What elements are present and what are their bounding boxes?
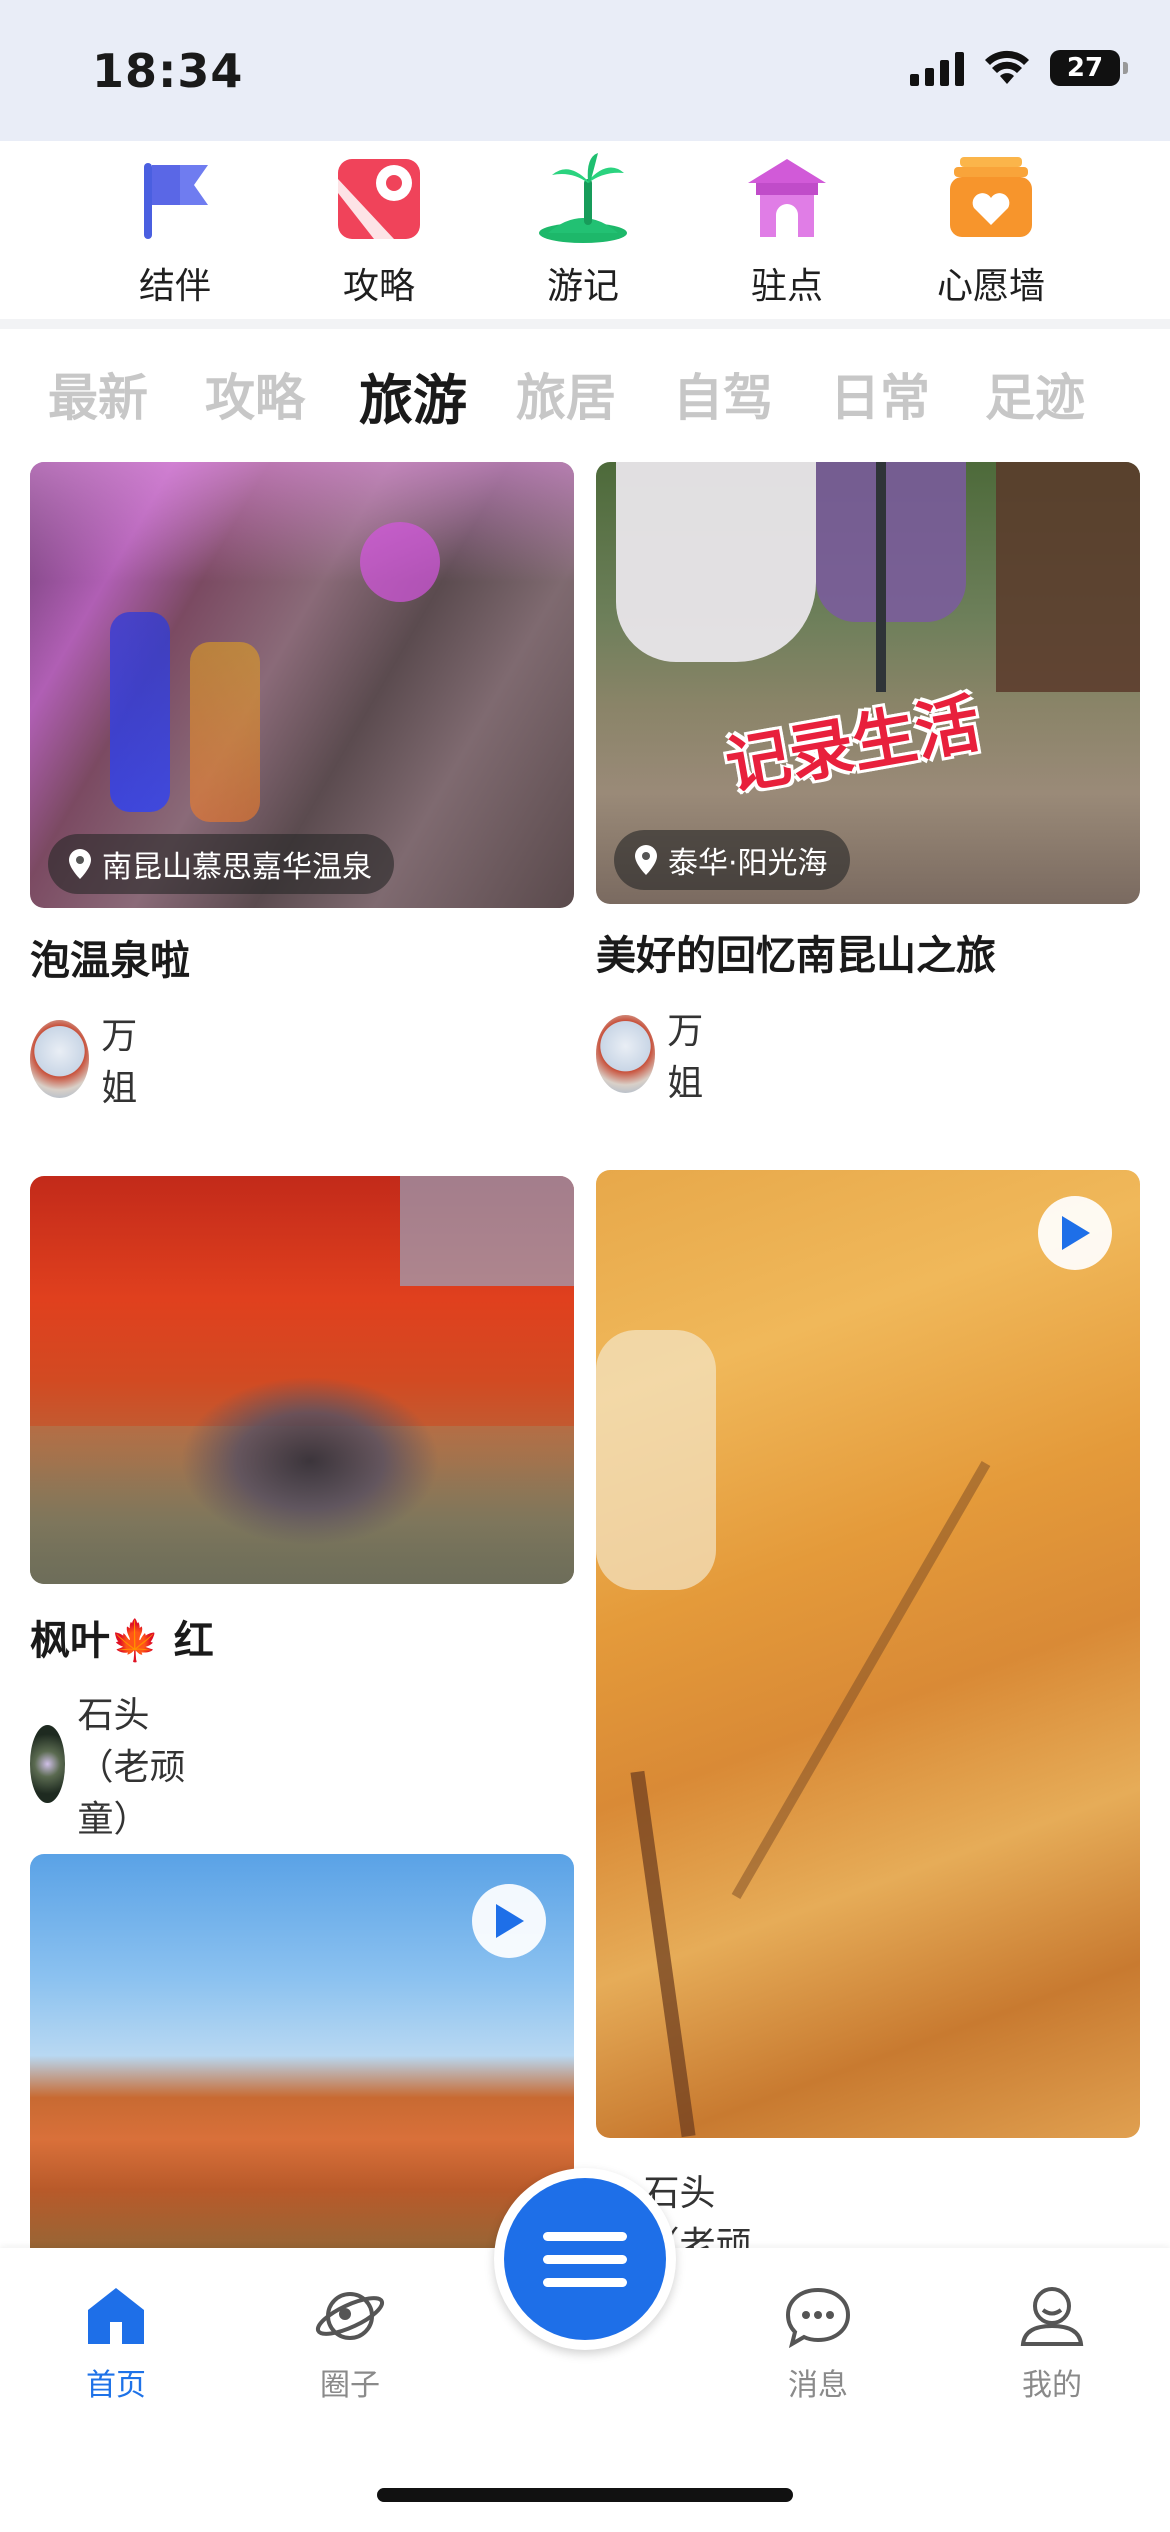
location-pin-icon [635,845,657,875]
planet-icon [315,2292,385,2340]
tab-selfdrive[interactable]: 自驾 [673,358,773,430]
tab-circle[interactable]: 圈子 [280,2284,420,2404]
quick-nav-label: 驻点 [750,266,823,307]
post-image[interactable]: 南昆山慕思嘉华温泉 [30,462,574,908]
wifi-icon [985,50,1029,84]
post-image[interactable]: 记录生活 泰华·阳光海 [596,462,1140,904]
post-title[interactable]: 美好的回忆南昆山之旅 [596,923,996,981]
heart-box-icon [946,153,1036,243]
avatar[interactable] [596,1015,656,1093]
tab-label: 圈子 [320,2368,380,2403]
quick-nav-guide[interactable]: 攻略 [299,153,459,309]
post-author[interactable]: 万姐 [30,1007,156,1111]
tab-latest[interactable]: 最新 [48,358,148,430]
play-button[interactable] [472,1884,546,1958]
status-icons: 27 [910,50,1128,86]
pavilion-icon [742,153,832,243]
tab-label: 消息 [788,2368,848,2403]
tab-home[interactable]: 首页 [46,2284,186,2404]
avatar[interactable] [30,1020,90,1098]
status-bar: 18:34 27 [0,0,1170,141]
author-name: 万姐 [667,1011,704,1104]
tab-guides[interactable]: 攻略 [205,358,305,430]
flag-icon [130,153,220,243]
tab-label: 我的 [1022,2368,1082,2403]
status-time: 18:34 [92,44,244,98]
post-image[interactable] [596,1170,1140,2138]
menu-icon [504,2178,666,2340]
section-divider [0,319,1170,329]
location-text: 泰华·阳光海 [668,846,828,881]
location-pin-icon [69,849,91,879]
post-image[interactable] [30,1176,574,1584]
tab-travel[interactable]: 旅游 [359,356,467,435]
home-indicator [377,2488,793,2502]
quick-nav-stations[interactable]: 驻点 [707,153,867,309]
tab-messages[interactable]: 消息 [748,2284,888,2404]
post-image[interactable] [30,1854,574,2274]
play-icon [1062,1216,1090,1250]
quick-nav-label: 结伴 [138,266,211,307]
tab-label: 首页 [86,2368,146,2403]
quick-nav: 结伴 攻略 游记 驻点 心愿墙 [0,141,1170,319]
tab-footprints[interactable]: 足迹 [985,358,1085,430]
battery-icon: 27 [1050,50,1128,86]
tab-profile[interactable]: 我的 [982,2284,1122,2404]
post-title[interactable]: 泡温泉啦 [30,928,190,986]
post-title[interactable]: 枫叶🍁 红 [30,1608,214,1666]
author-name: 石头（老顽童） [77,1695,186,1840]
location-tag: 南昆山慕思嘉华温泉 [48,834,394,894]
quick-nav-label: 游记 [546,266,619,307]
tab-daily[interactable]: 日常 [830,358,930,430]
quick-nav-partner[interactable]: 结伴 [95,153,255,309]
menu-fab-button[interactable] [494,2168,676,2350]
post-author[interactable]: 石头（老顽童） [30,1686,192,1842]
location-text: 南昆山慕思嘉华温泉 [102,850,372,885]
chat-bubble-icon [785,2287,851,2349]
post-author[interactable]: 万姐 [596,1002,722,1106]
location-tag: 泰华·阳光海 [614,830,850,890]
avatar[interactable] [30,1725,66,1803]
palm-island-icon [538,153,628,243]
map-pin-icon [334,153,424,243]
author-name: 万姐 [101,1016,138,1109]
overlay-text: 记录生活 [720,687,986,805]
quick-nav-travelogue[interactable]: 游记 [503,153,663,309]
battery-level: 27 [1066,53,1104,83]
play-button[interactable] [1038,1196,1112,1270]
category-tabs: 最新 攻略 旅游 旅居 自驾 日常 足迹 [0,340,1170,450]
quick-nav-label: 心愿墙 [936,266,1045,307]
quick-nav-wishwall[interactable]: 心愿墙 [911,153,1071,309]
home-icon [88,2288,144,2344]
play-icon [496,1904,524,1938]
user-icon [1020,2287,1084,2346]
cellular-signal-icon [910,50,964,86]
quick-nav-label: 攻略 [342,266,415,307]
tab-residence[interactable]: 旅居 [516,358,616,430]
